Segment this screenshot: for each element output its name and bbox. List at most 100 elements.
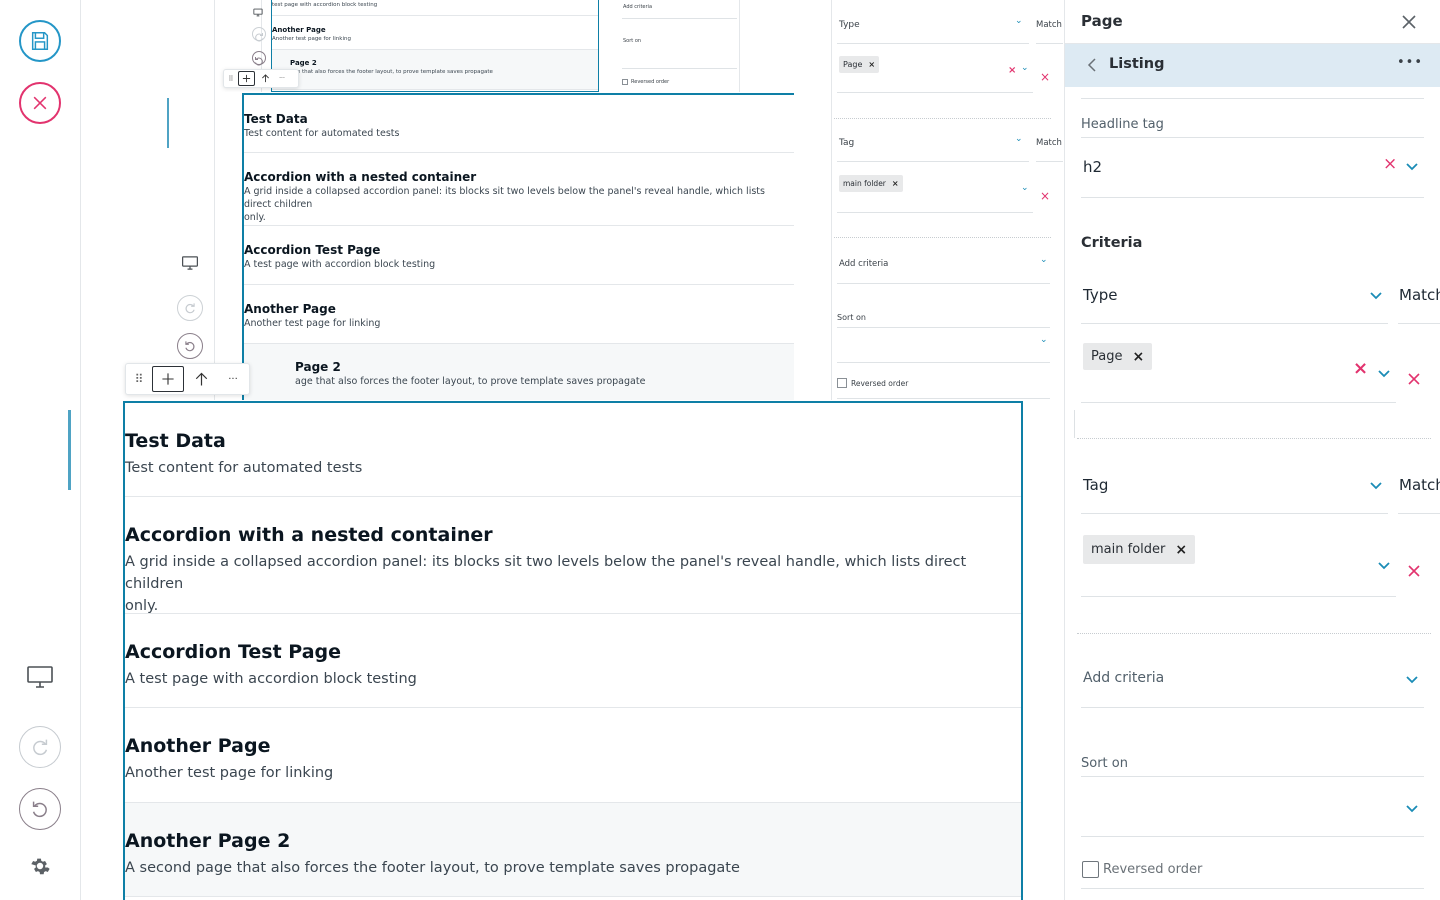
more-icon: ···	[279, 75, 285, 82]
criteria-chip[interactable]: Page ×	[839, 56, 880, 73]
add-criteria-chevron[interactable]: ⌄	[1040, 255, 1048, 265]
drag-handle-button[interactable]: ⠿	[224, 70, 238, 87]
add-criteria-dropdown[interactable]	[1405, 670, 1419, 689]
more-icon: •••	[1397, 55, 1424, 70]
redo-icon	[255, 33, 263, 42]
reversed-order-checkbox[interactable]	[1082, 861, 1099, 878]
list-item[interactable]: Test Data Test content for automated tes…	[244, 95, 800, 153]
type-dropdown-button[interactable]	[1369, 286, 1383, 305]
save-icon	[31, 32, 49, 50]
block-toolbar: ⠿ ···	[125, 363, 250, 395]
settings-button[interactable]	[29, 855, 51, 877]
desktop-view-button[interactable]	[253, 2, 263, 17]
add-criteria-select[interactable]: Add criteria	[1083, 670, 1164, 686]
chevron-down-icon[interactable]: ⌄	[1021, 183, 1029, 193]
redo-button[interactable]	[177, 295, 203, 321]
move-up-button[interactable]	[184, 364, 218, 394]
undo-button[interactable]	[177, 333, 203, 359]
remove-criteria-button[interactable]: ×	[1040, 189, 1050, 203]
block-toolbar: ⠿ ···	[223, 69, 299, 88]
redo-icon	[185, 303, 195, 314]
list-item[interactable]: Another Page Another test page for linki…	[125, 708, 1021, 803]
sort-on-dropdown[interactable]	[1405, 799, 1419, 818]
tag-dropdown-button[interactable]	[1369, 476, 1383, 495]
criteria-heading: Criteria	[1081, 235, 1143, 251]
type-values-dropdown[interactable]	[1377, 364, 1391, 383]
listing-block[interactable]: Test Data Test content for automated tes…	[123, 401, 1023, 900]
undo-button[interactable]	[19, 788, 61, 830]
more-button[interactable]: ···	[218, 364, 248, 394]
chip-remove-icon[interactable]: ×	[1175, 542, 1187, 558]
chip-remove-icon[interactable]: ×	[892, 179, 899, 188]
tag-dropdown-chevron[interactable]: ⌄	[1015, 134, 1023, 144]
criteria-field-tag[interactable]: Tag	[1083, 476, 1108, 494]
drag-handle-icon: ⠿	[228, 74, 234, 83]
breadcrumb-current: Listing	[1109, 56, 1165, 72]
list-item[interactable]: Accordion with a nested container A grid…	[125, 497, 1021, 614]
list-item[interactable]: Page 2 age that also forces the footer l…	[272, 50, 598, 90]
drag-handle-icon: ⠿	[134, 372, 144, 386]
desktop-view-button[interactable]	[26, 664, 54, 690]
list-item[interactable]: Accordion Test Page A test page with acc…	[125, 614, 1021, 708]
list-item[interactable]: Another Page Another test page for linki…	[272, 16, 598, 50]
match-label[interactable]: Match	[1399, 286, 1440, 304]
list-item[interactable]: Another Page Another test page for linki…	[244, 285, 800, 344]
chip-remove-icon[interactable]: ×	[868, 60, 875, 69]
listing-block[interactable]: test page with accordion block testing A…	[271, 0, 599, 92]
list-item[interactable]: Accordion with a nested container A grid…	[244, 153, 800, 226]
chevron-left-icon	[1087, 58, 1096, 72]
remove-criteria-button[interactable]: ×	[1040, 70, 1050, 84]
chevron-down-icon[interactable]: ⌄	[1021, 63, 1029, 73]
reversed-order-checkbox[interactable]	[837, 378, 847, 388]
list-item[interactable]: Test Data Test content for automated tes…	[125, 403, 1021, 497]
type-dropdown-chevron[interactable]: ⌄	[1015, 16, 1023, 26]
criteria-field-type[interactable]: Type	[1083, 286, 1117, 304]
more-button[interactable]: ···	[275, 70, 289, 87]
chevron-down-icon	[1406, 805, 1418, 813]
desktop-icon	[182, 256, 198, 270]
back-button[interactable]	[1085, 56, 1103, 76]
drag-handle-button[interactable]: ⠿	[126, 364, 152, 394]
editor-canvas: test page with accordion block testing A…	[81, 0, 1064, 900]
list-item[interactable]: test page with accordion block testing	[272, 0, 598, 16]
headline-tag-label: Headline tag	[1081, 117, 1164, 132]
criteria-chip[interactable]: main folder ×	[839, 175, 903, 192]
desktop-view-button[interactable]	[181, 255, 199, 271]
list-item[interactable]: Page 2 age that also forces the footer l…	[244, 344, 800, 400]
clear-type-button[interactable]: ×	[1353, 358, 1368, 379]
add-block-button[interactable]	[152, 366, 184, 392]
list-item[interactable]: Another Page 2 A second page that also f…	[125, 803, 1021, 897]
clear-headline-button[interactable]: ×	[1383, 154, 1397, 174]
close-sidebar-button[interactable]	[1399, 12, 1419, 32]
headline-dropdown-button[interactable]	[1405, 157, 1419, 176]
list-item[interactable]: Accordion Test Page A test page with acc…	[244, 226, 800, 285]
gear-icon	[31, 858, 50, 875]
sidebar-header: Page	[1065, 0, 1440, 44]
cancel-button[interactable]	[19, 82, 61, 124]
plus-icon	[242, 74, 251, 83]
headline-tag-value[interactable]: h2	[1083, 158, 1102, 176]
close-icon	[1408, 565, 1420, 577]
redo-button[interactable]	[252, 27, 266, 42]
clear-icon[interactable]: ×	[1008, 65, 1016, 76]
sort-on-chevron[interactable]: ⌄	[1040, 335, 1048, 345]
redo-button[interactable]	[19, 726, 61, 768]
tag-values-dropdown[interactable]	[1377, 556, 1391, 575]
chip-remove-icon[interactable]: ×	[1132, 349, 1144, 365]
more-options-button[interactable]: •••	[1397, 55, 1423, 70]
match-label[interactable]: Match	[1399, 476, 1440, 494]
save-button[interactable]	[19, 20, 61, 62]
chevron-down-icon	[1370, 292, 1382, 300]
remove-criteria-button[interactable]	[1406, 371, 1422, 391]
desktop-icon	[27, 666, 53, 688]
criteria-chip[interactable]: Page ×	[1083, 343, 1153, 370]
listing-block[interactable]: Test Data Test content for automated tes…	[242, 93, 802, 400]
undo-button[interactable]	[252, 51, 266, 66]
undo-icon	[255, 57, 263, 66]
undo-icon	[32, 801, 47, 818]
remove-criteria-button[interactable]	[1406, 563, 1422, 583]
criteria-chip[interactable]: main folder ×	[1083, 535, 1196, 564]
reversed-order-checkbox[interactable]	[622, 79, 628, 85]
move-up-button[interactable]	[255, 70, 275, 87]
add-block-button[interactable]	[238, 71, 255, 86]
